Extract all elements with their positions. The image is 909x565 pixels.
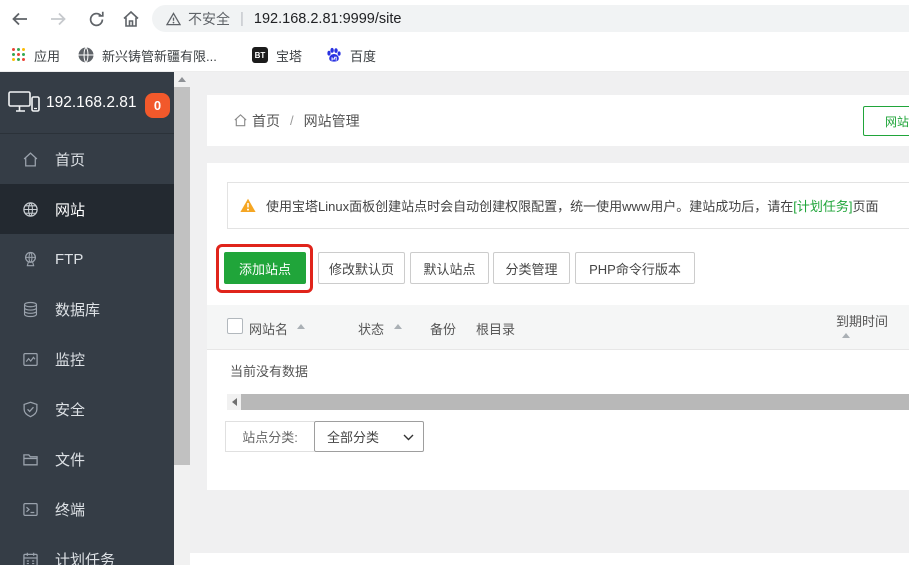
calendar-icon <box>23 552 38 565</box>
sidebar-item-label: 监控 <box>55 351 86 369</box>
sidebar-item-website[interactable]: 网站 <box>0 184 174 234</box>
sort-asc-icon[interactable] <box>394 324 402 329</box>
baidu-favicon <box>326 47 342 63</box>
bookmark-label: 新兴铸管新疆有限... <box>102 48 217 64</box>
sidebar-item-cron[interactable]: 计划任务 <box>0 534 174 565</box>
breadcrumb-home-icon <box>233 113 248 128</box>
site-search-button[interactable]: 网站搜索 <box>863 106 909 136</box>
globe-icon <box>23 201 38 217</box>
h-scrollbar-thumb[interactable] <box>241 394 909 410</box>
chevron-down-icon <box>403 434 414 441</box>
security-warning-icon <box>166 11 181 26</box>
back-icon[interactable] <box>8 7 32 31</box>
select-all-checkbox[interactable] <box>227 318 243 334</box>
apps-grid-icon <box>12 48 26 62</box>
sidebar-item-label: FTP <box>55 250 84 268</box>
sidebar-item-home[interactable]: 首页 <box>0 134 174 184</box>
sidebar-item-security[interactable]: 安全 <box>0 384 174 434</box>
site-management-card: 使用宝塔Linux面板创建站点时会自动创建权限配置，统一使用www用户。建站成功… <box>207 163 909 490</box>
scroll-up-icon[interactable] <box>174 72 190 87</box>
browser-toolbar: 不安全 | 192.168.2.81:9999/site <box>0 0 909 38</box>
sidebar-item-terminal[interactable]: 终端 <box>0 484 174 534</box>
sidebar-item-label: 安全 <box>55 401 86 419</box>
breadcrumb-current: 网站管理 <box>303 112 360 129</box>
alert-text-after: 页面 <box>852 199 879 214</box>
scrollbar-thumb[interactable] <box>174 87 190 465</box>
server-header: 192.168.2.81 0 <box>0 72 174 134</box>
bt-favicon: BT <box>252 47 268 63</box>
refresh-icon[interactable] <box>84 7 108 31</box>
column-site-name[interactable]: 网站名 <box>249 319 288 338</box>
default-site-button[interactable]: 默认站点 <box>410 252 489 284</box>
bookmark-item[interactable]: 新兴铸管新疆有限... <box>78 38 217 72</box>
bookmark-label: 百度 <box>350 48 377 64</box>
column-expire-time[interactable]: 到期时间 <box>836 311 888 330</box>
breadcrumb-card: 首页 / 网站管理 网站搜索 <box>207 95 909 146</box>
warning-triangle-icon <box>240 198 256 213</box>
sidebar-item-label: 文件 <box>55 451 86 469</box>
shield-icon <box>23 401 38 417</box>
database-icon <box>23 301 38 317</box>
sidebar-scrollbar[interactable] <box>174 72 190 565</box>
sidebar-item-database[interactable]: 数据库 <box>0 284 174 334</box>
breadcrumb-separator: / <box>290 113 294 128</box>
sidebar-item-label: 网站 <box>55 201 86 219</box>
terminal-icon <box>23 502 38 516</box>
sidebar-menu: 首页 网站 FTP 数据库 监控 安全 文件 终端 计划任务 <box>0 134 174 565</box>
globe-favicon <box>78 47 94 63</box>
table-empty-row: 当前没有数据 <box>207 350 909 394</box>
ftp-icon <box>24 251 37 266</box>
table-header: 网站名 状态 备份 根目录 到期时间 <box>207 305 909 350</box>
home-nav-icon[interactable] <box>119 7 143 31</box>
column-backup: 备份 <box>430 322 457 337</box>
notification-badge: 0 <box>145 93 170 118</box>
bookmark-label: 宝塔 <box>276 48 303 64</box>
forward-icon[interactable] <box>46 7 70 31</box>
php-cli-version-button[interactable]: PHP命令行版本 <box>575 252 695 284</box>
url-text[interactable]: 192.168.2.81:9999/site <box>254 11 402 27</box>
sidebar-item-ftp[interactable]: FTP <box>0 234 174 284</box>
category-manage-button[interactable]: 分类管理 <box>493 252 570 284</box>
address-bar[interactable]: 不安全 | 192.168.2.81:9999/site <box>152 5 909 32</box>
site-category-filter: 站点分类: 全部分类 <box>225 421 424 452</box>
sidebar-item-label: 终端 <box>55 501 86 519</box>
bookmark-item[interactable]: BT 宝塔 <box>252 38 302 72</box>
bookmarks-bar: 应用 新兴铸管新疆有限... BT 宝塔 百度 <box>0 38 909 72</box>
column-root-dir: 根目录 <box>476 322 516 337</box>
server-ip: 192.168.2.81 <box>46 93 137 111</box>
empty-data-text: 当前没有数据 <box>230 364 309 379</box>
cron-link[interactable]: [计划任务] <box>793 199 852 214</box>
bookmark-item[interactable]: 百度 <box>326 38 376 72</box>
sidebar-item-label: 数据库 <box>55 301 101 319</box>
edit-default-page-button[interactable]: 修改默认页 <box>318 252 405 284</box>
category-select-value: 全部分类 <box>327 430 380 445</box>
sort-asc-icon[interactable] <box>842 333 850 338</box>
horizontal-scrollbar[interactable] <box>227 394 909 410</box>
sidebar-item-label: 首页 <box>55 151 86 169</box>
category-filter-label: 站点分类: <box>225 421 314 452</box>
add-site-button[interactable]: 添加站点 <box>224 252 306 284</box>
scroll-left-icon[interactable] <box>227 394 241 410</box>
folder-icon <box>23 453 38 465</box>
column-status[interactable]: 状态 <box>358 319 384 338</box>
sort-asc-icon[interactable] <box>297 324 305 329</box>
server-icon <box>8 90 40 116</box>
alert-text: 使用宝塔Linux面板创建站点时会自动创建权限配置，统一使用www用户。建站成功… <box>266 196 879 215</box>
home-icon <box>23 151 38 167</box>
main-content: 首页 / 网站管理 网站搜索 使用宝塔Linux面板创建站点时会自动创建权限配置… <box>190 72 909 565</box>
sidebar-item-monitor[interactable]: 监控 <box>0 334 174 384</box>
sidebar-item-files[interactable]: 文件 <box>0 434 174 484</box>
alert-text-before: 使用宝塔Linux面板创建站点时会自动创建权限配置，统一使用www用户。建站成功… <box>266 199 794 214</box>
monitor-icon <box>23 352 38 366</box>
category-select[interactable]: 全部分类 <box>314 421 424 452</box>
security-label[interactable]: 不安全 <box>188 9 230 29</box>
apps-button[interactable]: 应用 <box>12 38 60 72</box>
apps-label: 应用 <box>34 48 61 64</box>
address-divider: | <box>240 10 244 27</box>
sidebar: 192.168.2.81 0 首页 网站 FTP 数据库 监控 安全 文件 终端… <box>0 72 174 565</box>
breadcrumb-home-link[interactable]: 首页 <box>252 111 280 131</box>
sidebar-item-label: 计划任务 <box>55 551 116 565</box>
info-alert: 使用宝塔Linux面板创建站点时会自动创建权限配置，统一使用www用户。建站成功… <box>227 182 909 229</box>
breadcrumb: 首页 / 网站管理 <box>233 95 360 146</box>
